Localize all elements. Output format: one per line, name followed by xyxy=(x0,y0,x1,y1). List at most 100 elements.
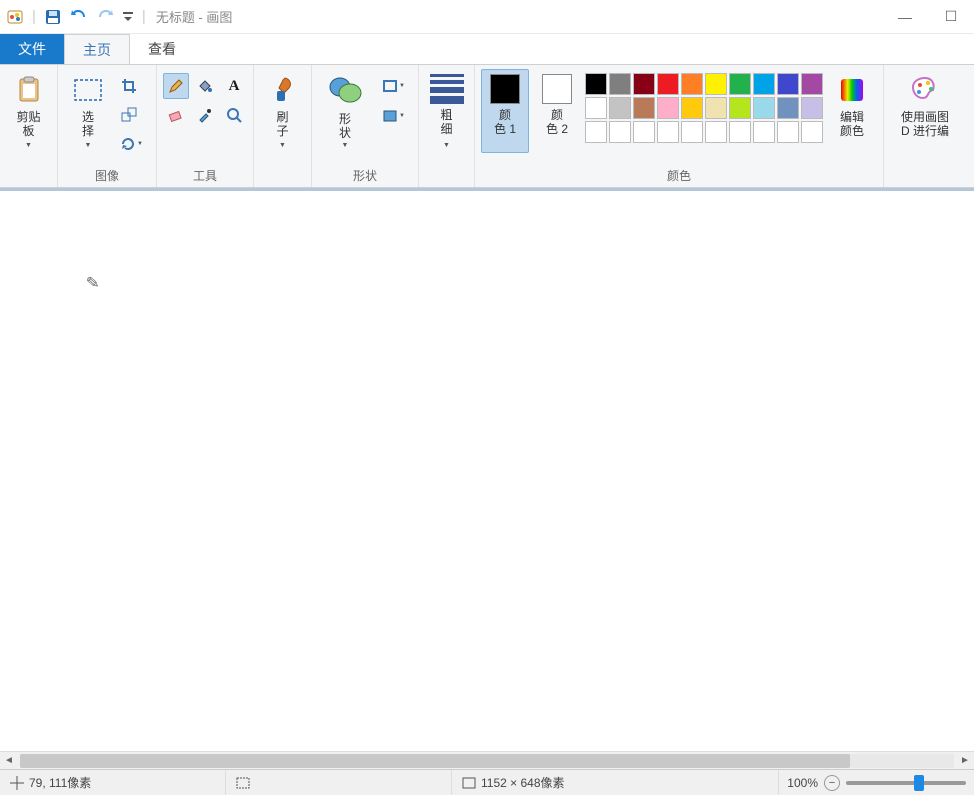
palette-color[interactable] xyxy=(729,97,751,119)
palette-color[interactable] xyxy=(729,121,751,143)
window-title: 无标题 - 画图 xyxy=(156,7,882,26)
palette-color[interactable] xyxy=(705,73,727,95)
group-label-tools: 工具 xyxy=(193,164,217,187)
group-label-shapes: 形状 xyxy=(353,164,377,187)
canvas-size: 1152 × 648像素 xyxy=(481,774,565,791)
palette-color[interactable] xyxy=(681,73,703,95)
zoom-out-button[interactable]: − xyxy=(824,775,840,791)
crosshair-icon xyxy=(10,776,24,790)
canvas[interactable]: ✎ xyxy=(0,191,974,751)
save-icon[interactable] xyxy=(42,6,64,28)
color2-swatch xyxy=(542,74,572,104)
redo-icon[interactable] xyxy=(94,6,116,28)
scroll-right-icon[interactable]: ► xyxy=(956,755,974,766)
customize-qat-icon[interactable] xyxy=(120,6,136,28)
cursor-position: 79, 111像素 xyxy=(29,774,91,791)
palette-color[interactable] xyxy=(585,97,607,119)
palette-color[interactable] xyxy=(633,73,655,95)
stroke-label: 粗 细 xyxy=(440,108,452,136)
palette-color[interactable] xyxy=(633,121,655,143)
qat-separator-2: | xyxy=(142,8,146,25)
palette-color[interactable] xyxy=(777,73,799,95)
palette-color[interactable] xyxy=(753,121,775,143)
tab-file[interactable]: 文件 xyxy=(0,34,64,64)
clipboard-icon xyxy=(13,74,45,106)
select-label: 选 择 xyxy=(82,110,94,138)
palette-color[interactable] xyxy=(681,121,703,143)
pencil-cursor-icon: ✎ xyxy=(85,272,100,293)
select-button[interactable]: 选 择 ▼ xyxy=(64,69,112,153)
shapes-button[interactable]: 形 状 ▼ xyxy=(318,69,372,153)
tab-view[interactable]: 查看 xyxy=(130,34,194,64)
resize-icon[interactable] xyxy=(116,102,142,128)
edit-colors-button[interactable]: 编辑 颜色 xyxy=(827,69,877,153)
color-palette xyxy=(585,73,823,143)
paint3d-label: 使用画图 D 进行编 xyxy=(901,110,949,138)
palette-color[interactable] xyxy=(681,97,703,119)
palette-color[interactable] xyxy=(657,97,679,119)
ribbon: 剪贴 板 ▼ . 选 择 ▼ xyxy=(0,64,974,188)
group-tools: A 工具 xyxy=(157,65,254,187)
palette-color[interactable] xyxy=(705,121,727,143)
zoom-slider-thumb[interactable] xyxy=(914,775,924,791)
chevron-down-icon: ▼ xyxy=(342,142,349,149)
maximize-button[interactable]: ☐ xyxy=(928,0,974,33)
eraser-icon[interactable] xyxy=(163,102,189,128)
brushes-label: 刷 子 xyxy=(276,110,288,138)
palette-color[interactable] xyxy=(753,97,775,119)
chevron-down-icon: ▼ xyxy=(137,141,143,147)
eyedropper-icon[interactable] xyxy=(192,102,218,128)
clipboard-label: 剪贴 板 xyxy=(16,110,40,138)
app-icon[interactable] xyxy=(4,6,26,28)
tab-home[interactable]: 主页 xyxy=(64,34,130,64)
color1-button[interactable]: 颜 色 1 xyxy=(481,69,529,153)
palette-color[interactable] xyxy=(609,121,631,143)
shapes-label: 形 状 xyxy=(339,112,351,140)
stroke-width-icon xyxy=(431,74,463,104)
horizontal-scrollbar[interactable]: ◄ ► xyxy=(0,751,974,769)
palette-color[interactable] xyxy=(585,73,607,95)
zoom-slider[interactable] xyxy=(846,781,966,785)
palette-color[interactable] xyxy=(633,97,655,119)
fill-icon[interactable] xyxy=(192,73,218,99)
minimize-button[interactable]: — xyxy=(882,0,928,33)
rotate-icon[interactable]: ▼ xyxy=(116,131,150,157)
brushes-button[interactable]: 刷 子 ▼ xyxy=(259,69,307,153)
palette-color[interactable] xyxy=(729,73,751,95)
clipboard-button[interactable]: 剪贴 板 ▼ xyxy=(5,69,53,153)
crop-icon[interactable] xyxy=(116,73,142,99)
palette-color[interactable] xyxy=(585,121,607,143)
scroll-left-icon[interactable]: ◄ xyxy=(0,755,18,766)
palette-color[interactable] xyxy=(705,97,727,119)
stroke-width-button[interactable]: 粗 细 ▼ xyxy=(423,69,471,153)
palette-color[interactable] xyxy=(801,97,823,119)
selection-rect-icon xyxy=(72,74,104,106)
palette-color[interactable] xyxy=(801,121,823,143)
palette-color[interactable] xyxy=(609,73,631,95)
pencil-icon[interactable] xyxy=(163,73,189,99)
color2-button[interactable]: 颜 色 2 xyxy=(533,69,581,153)
palette-color[interactable] xyxy=(657,73,679,95)
palette-color[interactable] xyxy=(609,97,631,119)
undo-icon[interactable] xyxy=(68,6,90,28)
scrollbar-track[interactable] xyxy=(20,754,954,768)
palette-color[interactable] xyxy=(657,121,679,143)
palette-color[interactable] xyxy=(777,121,799,143)
group-stroke: 粗 细 ▼ . xyxy=(419,65,475,187)
magnifier-icon[interactable] xyxy=(221,102,247,128)
shape-outline-icon[interactable]: ▼ xyxy=(378,73,412,99)
scrollbar-thumb[interactable] xyxy=(20,754,850,768)
paint3d-button[interactable]: 使用画图 D 进行编 xyxy=(890,69,960,153)
shape-fill-icon[interactable]: ▼ xyxy=(378,103,412,129)
group-label-colors: 颜色 xyxy=(667,164,691,187)
palette-color[interactable] xyxy=(753,73,775,95)
qat-separator: | xyxy=(32,8,36,25)
color2-label: 颜 色 2 xyxy=(546,108,568,136)
selection-rect-icon xyxy=(236,776,250,790)
text-icon[interactable]: A xyxy=(221,73,247,99)
chevron-down-icon: ▼ xyxy=(399,113,405,119)
quick-access-toolbar: | | xyxy=(0,6,152,28)
palette-color[interactable] xyxy=(801,73,823,95)
palette-color[interactable] xyxy=(777,97,799,119)
chevron-down-icon: ▼ xyxy=(279,142,286,149)
